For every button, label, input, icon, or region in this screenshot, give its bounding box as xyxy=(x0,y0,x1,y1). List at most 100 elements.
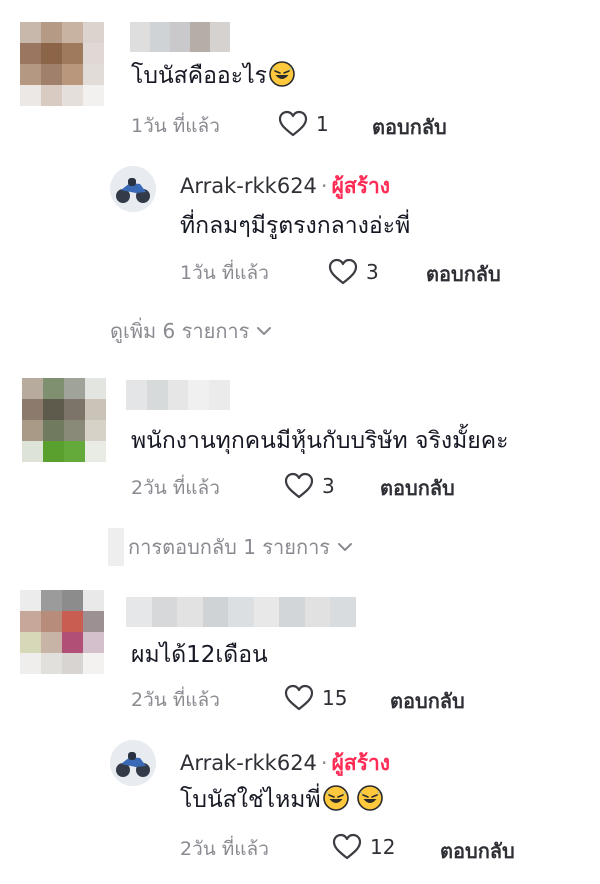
name-pixel xyxy=(228,597,254,627)
avatar-pixel xyxy=(83,43,104,64)
view-more-replies[interactable]: ดูเพิ่ม 6 รายการ xyxy=(110,318,273,344)
like-count: 15 xyxy=(322,686,348,710)
name-pixel xyxy=(130,22,150,52)
reply-button[interactable]: ตอบกลับ xyxy=(440,838,515,864)
avatar-pixel xyxy=(41,64,62,85)
avatar-pixel xyxy=(41,611,62,632)
avatar-pixel xyxy=(43,441,64,462)
comment-text: โบนัสคืออะไร xyxy=(131,61,295,91)
avatar-pixel xyxy=(85,420,106,441)
avatar-pixel xyxy=(62,590,83,611)
avatar-pixel xyxy=(41,590,62,611)
name-pixel xyxy=(202,597,229,627)
avatar-pixel xyxy=(43,378,64,399)
avatar-pixel xyxy=(83,611,104,632)
name-pixel xyxy=(126,597,152,627)
like-button[interactable]: 12 xyxy=(332,833,395,861)
username-blurred[interactable] xyxy=(130,22,230,52)
name-pixel xyxy=(126,380,147,410)
avatar-pixel xyxy=(41,632,62,653)
avatar[interactable] xyxy=(20,590,104,674)
comment-time: 1วัน ที่แล้ว xyxy=(131,115,220,137)
like-count: 1 xyxy=(316,112,329,136)
heart-icon xyxy=(284,684,314,711)
blurred-mark xyxy=(108,528,124,566)
avatar-pixel xyxy=(20,632,41,653)
motorcycle-icon xyxy=(110,166,156,212)
avatar-pixel xyxy=(64,378,85,399)
heart-icon xyxy=(328,258,358,285)
like-button[interactable]: 3 xyxy=(328,258,379,286)
username-blurred[interactable] xyxy=(126,380,230,410)
avatar-pixel xyxy=(62,85,83,106)
avatar-pixel xyxy=(64,399,85,420)
avatar-pixel xyxy=(83,632,104,653)
name-pixel xyxy=(209,380,230,410)
name-pixel xyxy=(253,597,280,627)
avatar-pixel xyxy=(64,441,85,462)
avatar-pixel xyxy=(83,22,104,43)
avatar-pixel xyxy=(83,653,104,674)
heart-icon xyxy=(278,110,308,137)
chevron-down-icon xyxy=(338,543,353,551)
name-pixel xyxy=(167,380,189,410)
avatar-pixel xyxy=(22,420,43,441)
like-button[interactable]: 15 xyxy=(284,684,347,712)
avatar-pixel xyxy=(41,653,62,674)
laughing-emoji-icon xyxy=(322,785,349,811)
avatar-pixel xyxy=(62,632,83,653)
name-pixel xyxy=(188,380,210,410)
avatar-pixel xyxy=(41,22,62,43)
avatar-pixel xyxy=(22,399,43,420)
reply-button[interactable]: ตอบกลับ xyxy=(380,475,455,501)
avatar-pixel xyxy=(62,611,83,632)
avatar[interactable] xyxy=(22,378,106,462)
reply-text: ที่กลมๆมีรูตรงกลางอ่ะพี่ xyxy=(180,213,411,239)
reply-time: 2วัน ที่แล้ว xyxy=(180,838,269,860)
reply-button[interactable]: ตอบกลับ xyxy=(372,114,447,140)
name-pixel xyxy=(150,22,170,52)
comment-time: 2วัน ที่แล้ว xyxy=(131,689,220,711)
creator-avatar[interactable] xyxy=(110,740,156,786)
avatar-pixel xyxy=(20,590,41,611)
like-count: 12 xyxy=(370,835,396,859)
reply-button[interactable]: ตอบกลับ xyxy=(426,261,501,287)
username-blurred[interactable] xyxy=(126,597,356,627)
creator-badge: ผู้สร้าง xyxy=(331,751,391,775)
name-pixel xyxy=(170,22,190,52)
comment-text: ผมได้12เดือน xyxy=(131,642,268,668)
avatar-pixel xyxy=(22,441,43,462)
avatar[interactable] xyxy=(20,22,104,106)
reply-author[interactable]: Arrak-rkk624 · ผู้สร้าง xyxy=(180,172,390,200)
name-pixel xyxy=(279,597,305,627)
avatar-pixel xyxy=(62,22,83,43)
name-pixel xyxy=(146,380,168,410)
avatar-pixel xyxy=(85,378,106,399)
avatar-pixel xyxy=(83,64,104,85)
like-button[interactable]: 3 xyxy=(284,472,335,500)
avatar-pixel xyxy=(43,420,64,441)
avatar-pixel xyxy=(20,22,41,43)
avatar-pixel xyxy=(20,611,41,632)
heart-icon xyxy=(332,833,362,860)
name-pixel xyxy=(190,22,210,52)
avatar-pixel xyxy=(20,85,41,106)
comment-text: พนักงานทุกคนมีหุ้นกับบริษัท จริงมั้ยคะ xyxy=(131,428,509,454)
reply-author[interactable]: Arrak-rkk624 · ผู้สร้าง xyxy=(180,749,390,777)
reply-button[interactable]: ตอบกลับ xyxy=(390,688,465,714)
like-count: 3 xyxy=(322,474,335,498)
avatar-pixel xyxy=(62,64,83,85)
view-more-replies[interactable]: การตอบกลับ 1 รายการ xyxy=(128,534,354,560)
comment-time: 2วัน ที่แล้ว xyxy=(131,477,220,499)
heart-icon xyxy=(284,472,314,499)
laughing-emoji-icon xyxy=(356,785,383,811)
avatar-pixel xyxy=(41,85,62,106)
avatar-pixel xyxy=(83,590,104,611)
name-pixel xyxy=(177,597,203,627)
name-pixel xyxy=(330,597,356,627)
like-button[interactable]: 1 xyxy=(278,110,329,138)
avatar-pixel xyxy=(62,43,83,64)
name-pixel xyxy=(210,22,230,52)
creator-avatar[interactable] xyxy=(110,166,156,212)
name-pixel xyxy=(151,597,178,627)
